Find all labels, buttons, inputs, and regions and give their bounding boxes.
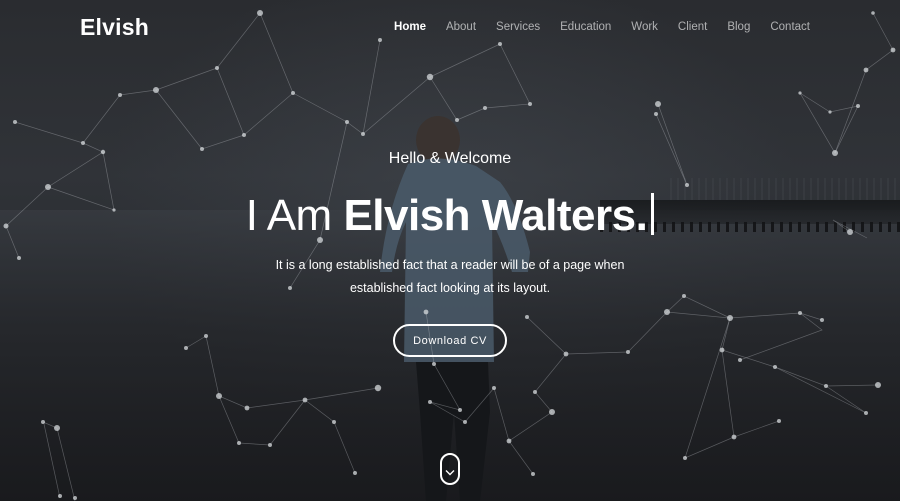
headline-name: Elvish Walters.: [343, 191, 648, 240]
nav-item-services[interactable]: Services: [496, 21, 540, 33]
hero-greeting: Hello & Welcome: [388, 150, 512, 167]
nav-menu: Home About Services Education Work Clien…: [394, 21, 810, 33]
chevron-down-icon: [445, 470, 455, 476]
nav-item-education[interactable]: Education: [560, 21, 611, 33]
headline-prefix: I Am: [245, 191, 344, 240]
hero-section: Elvish Home About Services Education Wor…: [0, 0, 900, 501]
download-cv-button[interactable]: Download CV: [393, 324, 507, 357]
navbar: Elvish Home About Services Education Wor…: [0, 0, 900, 56]
hero-description: It is a long established fact that a rea…: [275, 258, 625, 295]
nav-item-contact[interactable]: Contact: [770, 21, 810, 33]
nav-item-home[interactable]: Home: [394, 21, 426, 33]
hero-content: Hello & Welcome I Am Elvish Walters. It …: [0, 150, 900, 357]
hero-headline: I Am Elvish Walters.: [0, 188, 900, 244]
scroll-down-button[interactable]: [440, 453, 460, 485]
nav-item-work[interactable]: Work: [631, 21, 658, 33]
nav-item-blog[interactable]: Blog: [727, 21, 750, 33]
nav-item-about[interactable]: About: [446, 21, 476, 33]
brand-logo[interactable]: Elvish: [80, 14, 149, 41]
nav-item-client[interactable]: Client: [678, 21, 707, 33]
typing-cursor: [651, 193, 655, 235]
